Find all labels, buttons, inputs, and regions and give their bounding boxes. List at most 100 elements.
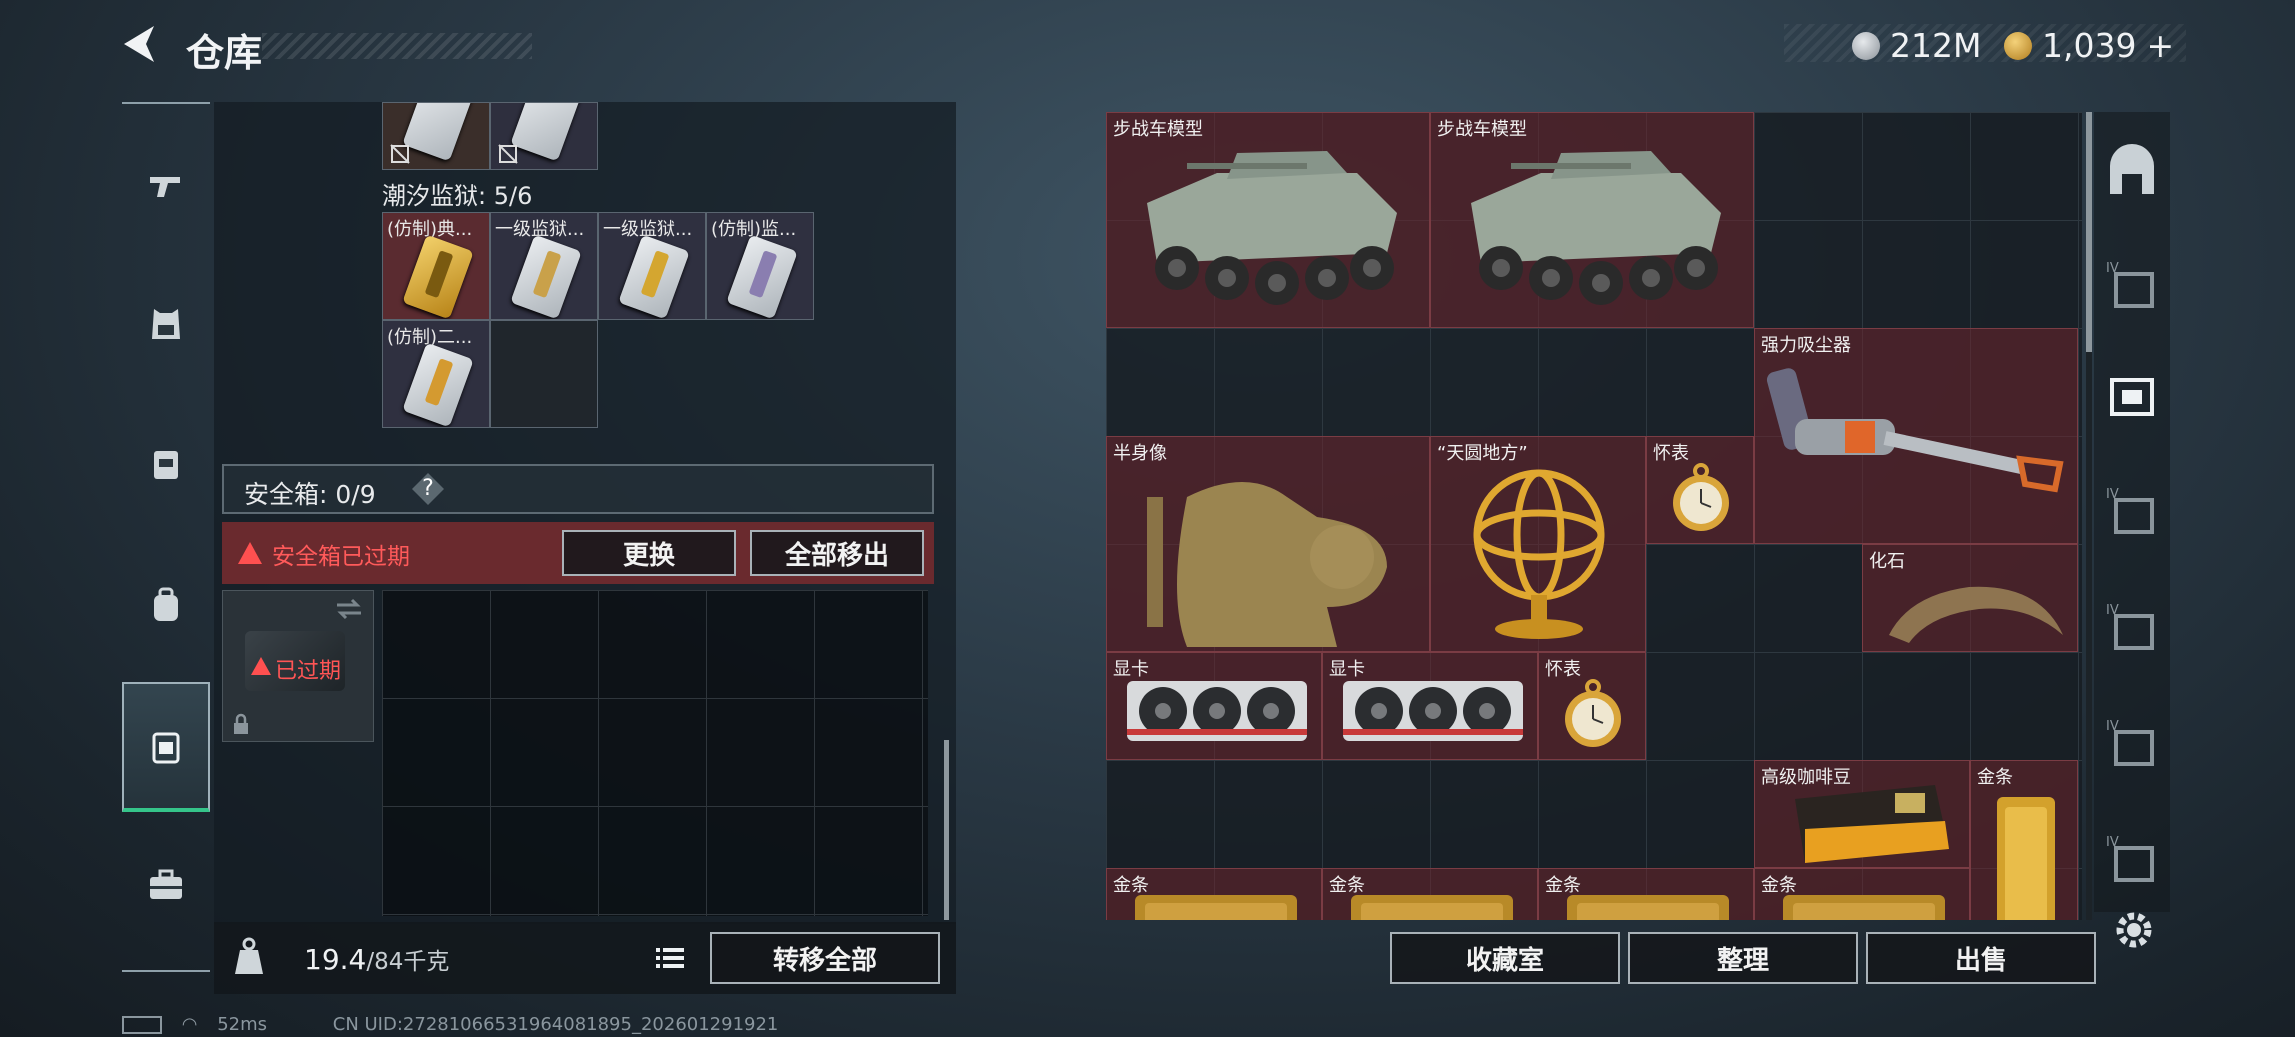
status-bar: ◠ 52ms CN UID:272810665319640818​95_2026…	[122, 1014, 778, 1035]
ifv-model-icon	[1471, 151, 1721, 305]
vacuum-icon	[1766, 368, 2064, 493]
grid-item-gold-bar[interactable]: 金条	[1538, 868, 1754, 920]
grid-item-graphics-card[interactable]: 显卡	[1322, 652, 1538, 760]
weight-icon	[235, 937, 263, 974]
grid-item-gold-bar[interactable]: 金条	[1970, 760, 2078, 920]
keycard-item[interactable]: 一级监狱...	[490, 212, 598, 320]
gun-icon	[150, 177, 180, 197]
tab-weapons[interactable]	[122, 120, 210, 250]
safebox-header: 安全箱: 0/9 ?	[222, 464, 934, 514]
grid-item-gold-bar[interactable]: 金条	[1754, 868, 1970, 920]
prison-keys-count: 潮汐监狱: 5/6	[382, 182, 533, 210]
transfer-all-button[interactable]: 转移全部	[710, 932, 940, 984]
warehouse-footer: 收藏室 整理 出售	[1106, 922, 2096, 994]
graphics-card-icon	[1127, 681, 1307, 741]
keycard-item[interactable]: (仿制)典...	[382, 212, 490, 320]
grid-item-ifv-model[interactable]: 步战车模型	[1430, 112, 1754, 328]
safebox-grid[interactable]	[382, 590, 928, 916]
warehouse-grid[interactable]: 步战车模型 步战车模型 强力吸尘器 半身像 “天圆地方” 怀表 化石 显卡 显卡…	[1106, 112, 2082, 920]
keycard-item[interactable]: (仿制)监...	[706, 212, 814, 320]
tab-chest-rig[interactable]	[122, 400, 210, 530]
wifi-icon: ◠	[181, 1014, 198, 1035]
tier-iv-case-icon[interactable]: IV	[2104, 716, 2160, 772]
back-arrow-icon[interactable]	[118, 22, 162, 66]
title-decoration	[262, 33, 532, 59]
settings-gear-icon[interactable]	[2112, 908, 2156, 952]
grid-item-pocket-watch[interactable]: 怀表	[1538, 652, 1646, 760]
bust-icon	[1147, 482, 1387, 647]
expired-message: 安全箱已过期	[272, 544, 410, 570]
sell-button[interactable]: 出售	[1866, 932, 2096, 984]
page-title: 仓库	[186, 31, 263, 75]
grid-item-coffee-beans[interactable]: 高级咖啡豆	[1754, 760, 1970, 868]
vault-icon[interactable]	[2104, 144, 2160, 200]
silver-currency: 212M	[1852, 26, 1981, 65]
empty-slot[interactable]	[490, 320, 598, 428]
safebox-icon	[152, 732, 180, 764]
weight-bar: 19.4/84千克 转移全部	[214, 922, 956, 994]
grid-item-fossil[interactable]: 化石	[1862, 544, 2078, 652]
currency-bar: 212M 1,039 +	[1784, 24, 2186, 65]
keycard-slot[interactable]	[490, 102, 598, 170]
grid-item-pocket-watch[interactable]: 怀表	[1646, 436, 1754, 544]
move-all-out-button[interactable]: 全部移出	[750, 530, 924, 576]
graphics-card-icon	[1343, 681, 1523, 741]
tier-iv-case-icon[interactable]: IV	[2104, 258, 2160, 314]
backpack-icon	[154, 587, 178, 621]
grid-item-graphics-card[interactable]: 显卡	[1106, 652, 1322, 760]
lock-icon	[234, 713, 248, 734]
collection-room-button[interactable]: 收藏室	[1390, 932, 1620, 984]
safebox-item[interactable]: 已过期	[222, 590, 374, 742]
category-tabs	[122, 102, 210, 972]
gold-bar-icon	[1567, 895, 1729, 920]
armor-vest-icon	[152, 309, 180, 339]
keycard-slot[interactable]	[382, 102, 490, 170]
grid-item-gold-bar[interactable]: 金条	[1322, 868, 1538, 920]
tab-backpack[interactable]	[122, 540, 210, 670]
swap-icon[interactable]	[335, 597, 363, 621]
gold-bar-icon	[1997, 797, 2055, 920]
scrollbar[interactable]	[944, 740, 949, 920]
gold-bar-icon	[1135, 895, 1297, 920]
tier-iv-case-icon[interactable]: IV	[2104, 600, 2160, 656]
silver-coin-icon	[1852, 31, 1880, 60]
no-trade-icon	[498, 144, 518, 164]
briefcase-icon	[150, 869, 182, 899]
grid-item-armillary-sphere[interactable]: “天圆地方”	[1430, 436, 1646, 652]
sort-button[interactable]: 整理	[1628, 932, 1858, 984]
fossil-claw-icon	[1889, 586, 2063, 643]
warehouse-scrollbar[interactable]	[2086, 112, 2092, 920]
gold-bar-icon	[1351, 895, 1513, 920]
pocket-watch-icon	[1565, 679, 1621, 747]
safebox-expired-banner: 安全箱已过期 更换 全部移出	[222, 522, 934, 584]
gold-coin-icon	[2004, 31, 2032, 60]
coffee-bag-icon	[1795, 785, 1949, 863]
tier-iv-case-icon[interactable]: IV	[2104, 832, 2160, 888]
no-trade-icon	[390, 144, 410, 164]
keycard-item[interactable]: 一级监狱...	[598, 212, 706, 320]
replace-button[interactable]: 更换	[562, 530, 736, 576]
help-icon[interactable]: ?	[412, 473, 444, 505]
list-icon[interactable]	[652, 940, 688, 976]
battery-icon	[122, 1016, 162, 1034]
tier-iv-case-icon[interactable]	[2104, 370, 2160, 426]
gold-currency: 1,039 +	[2004, 26, 2174, 65]
grid-item-vacuum[interactable]: 强力吸尘器	[1754, 328, 2078, 544]
tab-armor[interactable]	[122, 260, 210, 390]
keycard-item[interactable]: (仿制)二...	[382, 320, 490, 428]
tier-iv-case-icon[interactable]: IV	[2104, 484, 2160, 540]
grid-item-bust[interactable]: 半身像	[1106, 436, 1430, 652]
safebox-capacity: 安全箱: 0/9	[244, 480, 376, 509]
uid-text: CN UID:272810665319640818​95_20260129192…	[332, 1014, 779, 1035]
gold-bar-icon	[1783, 895, 1945, 920]
armillary-sphere-icon	[1473, 469, 1605, 639]
weight-value: 19.4/84千克	[304, 943, 450, 976]
grid-item-ifv-model[interactable]: 步战车模型	[1106, 112, 1430, 328]
ifv-model-icon	[1147, 151, 1397, 305]
tab-safebox[interactable]	[122, 682, 210, 812]
chest-rig-icon	[154, 451, 178, 479]
expired-label: 已过期	[275, 659, 342, 684]
warning-icon	[238, 542, 262, 564]
grid-item-gold-bar[interactable]: 金条	[1106, 868, 1322, 920]
tab-briefcase[interactable]	[122, 820, 210, 950]
